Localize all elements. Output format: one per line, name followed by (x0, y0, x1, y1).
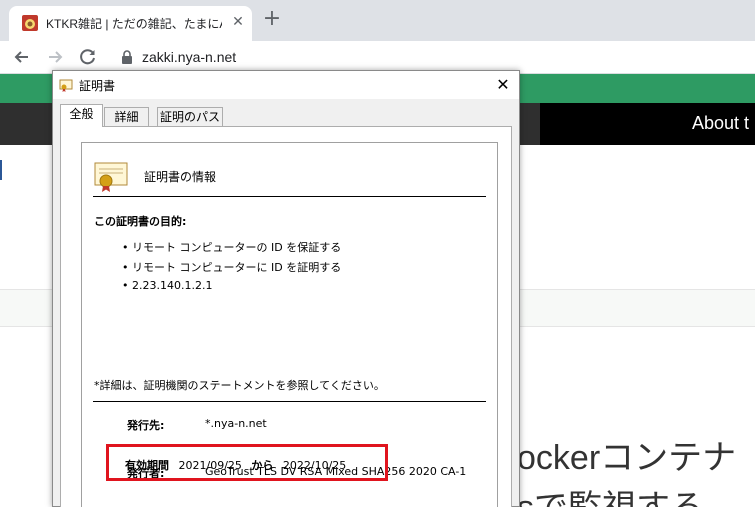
browser-tab[interactable]: KTKR雑記 | ただの雑記、たまにAzure ✕ (9, 6, 252, 41)
edge-marker (0, 160, 2, 180)
favicon-icon (22, 15, 38, 31)
tab-certification-path[interactable]: 証明のパス (157, 107, 223, 127)
dialog-title: 証明書 (79, 79, 116, 93)
new-tab-icon[interactable]: + (262, 8, 282, 30)
purpose-item: • 2.23.140.1.2.1 (122, 279, 213, 292)
divider (93, 196, 486, 197)
tab-general[interactable]: 全般 (60, 104, 103, 127)
issued-to-value[interactable]: *.nya-n.net (205, 417, 267, 430)
address-bar[interactable]: zakki.nya-n.net (142, 49, 236, 65)
divider (93, 401, 486, 402)
purpose-title: この証明書の目的: (94, 215, 187, 228)
screen: KTKR雑記 | ただの雑記、たまにAzure ✕ + zakki.nya-n.… (0, 0, 755, 507)
reload-icon[interactable] (77, 46, 99, 68)
dialog-titlebar: 証明書 ✕ (53, 71, 519, 99)
back-arrow-icon[interactable] (11, 46, 33, 68)
issued-to-label: 発行先: (127, 419, 165, 432)
forward-arrow-icon[interactable] (44, 46, 66, 68)
statement-note: *詳細は、証明機関のステートメントを参照してください。 (94, 379, 385, 392)
lock-icon[interactable] (121, 50, 133, 64)
purpose-item: • リモート コンピューターに ID を証明する (122, 261, 342, 274)
article-title-line1[interactable]: ockerコンテナ (517, 430, 736, 479)
certificate-dialog: 証明書 ✕ 全般 詳細 証明のパス 証明書の情報 この証明書の目的: • リモー… (52, 70, 520, 507)
article-title-line2[interactable]: sで監視する (517, 480, 704, 507)
tab-title: KTKR雑記 | ただの雑記、たまにAzure (46, 17, 222, 31)
info-heading: 証明書の情報 (144, 170, 217, 184)
site-nav-about-link[interactable]: About t (692, 113, 749, 134)
tab-close-icon[interactable]: ✕ (229, 13, 247, 31)
close-icon[interactable]: ✕ (493, 75, 513, 95)
tab-strip: KTKR雑記 | ただの雑記、たまにAzure ✕ + (0, 0, 755, 41)
tab-details[interactable]: 詳細 (104, 107, 149, 127)
certificate-icon (94, 162, 128, 192)
certificate-icon (59, 79, 73, 92)
purpose-item: • リモート コンピューターの ID を保証する (122, 241, 342, 254)
highlight-box (106, 444, 388, 481)
